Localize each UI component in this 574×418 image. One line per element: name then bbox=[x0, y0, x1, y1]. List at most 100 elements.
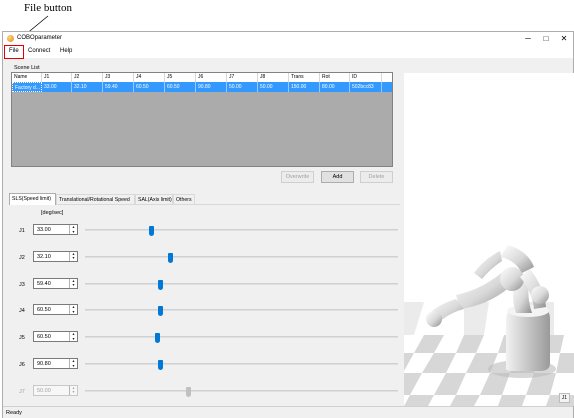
app-icon bbox=[7, 35, 14, 42]
joint-label: J3 bbox=[19, 281, 25, 288]
joint-speed-input[interactable]: 59.40 ▲ ▼ bbox=[33, 277, 78, 289]
robot-scene bbox=[404, 245, 574, 406]
table-cell[interactable]: 50.00 bbox=[227, 82, 258, 92]
joint-label: J4 bbox=[19, 308, 25, 315]
column-header[interactable]: J3 bbox=[103, 73, 134, 82]
slider-thumb[interactable] bbox=[158, 306, 164, 317]
joint-speed-input[interactable]: 50.00 ▲▼ bbox=[33, 384, 78, 396]
minimize-button[interactable]: ─ bbox=[522, 34, 534, 44]
spin-arrows-icon[interactable]: ▲▼ bbox=[69, 359, 77, 368]
column-header[interactable]: J2 bbox=[72, 73, 103, 82]
joint-speed-input[interactable]: 90.80 ▲ ▼ bbox=[33, 358, 78, 369]
column-header[interactable]: J8 bbox=[258, 73, 289, 82]
table-cell[interactable]: 80.00 bbox=[320, 82, 350, 92]
table-cell[interactable]: 90.80 bbox=[196, 82, 227, 92]
slider-thumb[interactable] bbox=[158, 360, 164, 370]
table-cell[interactable]: 60.50 bbox=[134, 82, 165, 92]
joint-speed-slider[interactable] bbox=[85, 279, 398, 290]
joint-speed-slider[interactable] bbox=[85, 333, 398, 344]
joint-speed-slider[interactable] bbox=[85, 226, 398, 236]
slider-thumb[interactable] bbox=[186, 386, 192, 397]
scene-list-label: Scene List bbox=[14, 65, 40, 71]
table-cell[interactable]: 32.10 bbox=[72, 82, 103, 92]
screenshot-root: File button COBOparameter ─ □ ✕ File Con… bbox=[0, 0, 574, 418]
robot-3d-viewport[interactable]: J1 bbox=[404, 73, 574, 406]
joint-label: J5 bbox=[19, 335, 25, 342]
joint-label: J6 bbox=[19, 362, 25, 368]
joint-label: J7 bbox=[19, 388, 25, 395]
slider-thumb[interactable] bbox=[148, 226, 154, 236]
column-header[interactable]: J6 bbox=[196, 73, 227, 82]
joint-speed-value: 60.50 bbox=[37, 334, 51, 341]
table-cell[interactable]: 502bcc83 bbox=[350, 82, 382, 92]
column-header[interactable]: Rot bbox=[320, 73, 350, 82]
column-header[interactable]: J7 bbox=[227, 73, 258, 82]
file-highlight-box bbox=[4, 45, 24, 59]
slider-thumb[interactable] bbox=[154, 333, 160, 344]
column-header[interactable]: J1 bbox=[42, 73, 72, 82]
spin-arrows-icon[interactable]: ▲▼ bbox=[69, 278, 77, 288]
menu-connect[interactable]: Connect bbox=[28, 48, 50, 54]
annotation-label: File button bbox=[24, 2, 72, 14]
menu-help[interactable]: Help bbox=[60, 48, 72, 54]
joint-speed-slider[interactable] bbox=[85, 386, 398, 397]
table-cell[interactable]: 60.50 bbox=[165, 82, 196, 92]
spin-arrows-icon[interactable]: ▲▼ bbox=[69, 305, 77, 315]
scene-list-grid[interactable]: Name J1 J2 J3 J4 J5 J6 J7 J8 Trans Rot ID Factory d… bbox=[11, 72, 393, 167]
status-bar: Ready bbox=[3, 406, 573, 418]
column-header[interactable]: Trans bbox=[289, 73, 320, 82]
joint-row-j1: J1 33.00 ▲ ▼ bbox=[9, 224, 400, 238]
status-text: Ready bbox=[6, 410, 22, 416]
delete-button[interactable]: Delete bbox=[360, 171, 393, 183]
maximize-button[interactable]: □ bbox=[540, 34, 552, 44]
joint-speed-value: 32.10 bbox=[37, 253, 51, 260]
slider-thumb[interactable] bbox=[158, 279, 164, 290]
spin-arrows-icon[interactable]: ▲▼ bbox=[69, 225, 77, 234]
spin-arrows-icon[interactable]: ▲▼ bbox=[69, 251, 77, 261]
joint-speed-slider[interactable] bbox=[85, 306, 398, 317]
column-header[interactable]: ID bbox=[350, 73, 382, 82]
joint-speed-value: 50.00 bbox=[37, 387, 51, 394]
tab-sls[interactable]: SLS(Speed limit) bbox=[9, 193, 56, 205]
joint-speed-value: 90.80 bbox=[37, 361, 51, 367]
column-header[interactable]: J5 bbox=[165, 73, 196, 82]
spin-arrows-icon[interactable]: ▲▼ bbox=[69, 332, 77, 342]
joint-row-j4: J4 60.50 ▲ ▼ bbox=[9, 304, 400, 318]
joint-label: J1 bbox=[19, 228, 25, 234]
joint-row-j5: J5 60.50 ▲ ▼ bbox=[9, 331, 400, 345]
joint-speed-input[interactable]: 60.50 ▲ ▼ bbox=[33, 331, 78, 343]
add-button[interactable]: Add bbox=[321, 171, 354, 183]
joint-speed-value: 60.50 bbox=[37, 307, 51, 314]
table-row[interactable]: Factory d... 33.00 32.10 59.40 60.50 60.50 90.… bbox=[12, 82, 392, 92]
joint-speed-input[interactable]: 32.10 ▲ ▼ bbox=[33, 250, 78, 262]
table-cell[interactable]: 59.40 bbox=[103, 82, 134, 92]
column-header[interactable]: J4 bbox=[134, 73, 165, 82]
spin-arrows-icon[interactable]: ▲▼ bbox=[69, 385, 77, 395]
joint-speed-value: 33.00 bbox=[37, 227, 51, 233]
joint-speed-slider[interactable] bbox=[85, 360, 398, 370]
menu-bar: File Connect Help bbox=[3, 46, 573, 58]
slider-thumb[interactable] bbox=[167, 252, 173, 263]
table-cell[interactable]: 150.00 bbox=[289, 82, 320, 92]
joint-speed-input[interactable]: 33.00 ▲ ▼ bbox=[33, 224, 78, 235]
window-title: COBOparameter bbox=[17, 35, 63, 41]
overwrite-button[interactable]: Overwrite bbox=[281, 171, 314, 183]
joint-speed-input[interactable]: 60.50 ▲ ▼ bbox=[33, 304, 78, 316]
joint-speed-value: 59.40 bbox=[37, 280, 51, 287]
unit-label: [deg/sec] bbox=[41, 210, 64, 216]
joint-row-j2: J2 32.10 ▲ ▼ bbox=[9, 250, 400, 265]
table-cell[interactable]: Factory d... bbox=[12, 82, 42, 92]
joint-label: J2 bbox=[19, 254, 25, 261]
table-cell[interactable]: 33.00 bbox=[42, 82, 72, 92]
scene-list-header: Name J1 J2 J3 J4 J5 J6 J7 J8 Trans Rot ID bbox=[12, 73, 392, 82]
column-header[interactable]: Name bbox=[12, 73, 42, 82]
joint-row-j7: J7 50.00 ▲ ▼ bbox=[9, 384, 400, 399]
close-button[interactable]: ✕ bbox=[558, 34, 570, 44]
viewport-axis-label: J1 bbox=[558, 393, 570, 403]
joint-row-j6: J6 90.80 ▲ ▼ bbox=[9, 358, 400, 372]
app-window: COBOparameter ─ □ ✕ File Connect Help Sc… bbox=[2, 31, 574, 418]
table-cell[interactable]: 50.00 bbox=[258, 82, 289, 92]
joint-row-j3: J3 59.40 ▲ ▼ bbox=[9, 277, 400, 292]
joint-speed-slider[interactable] bbox=[85, 252, 398, 263]
speed-limit-panel: [deg/sec] J1 33.00 ▲ ▼ J2 32.10 ▲ ▼ J3 59.40 ▲ ▼ J4 6… bbox=[9, 204, 400, 418]
